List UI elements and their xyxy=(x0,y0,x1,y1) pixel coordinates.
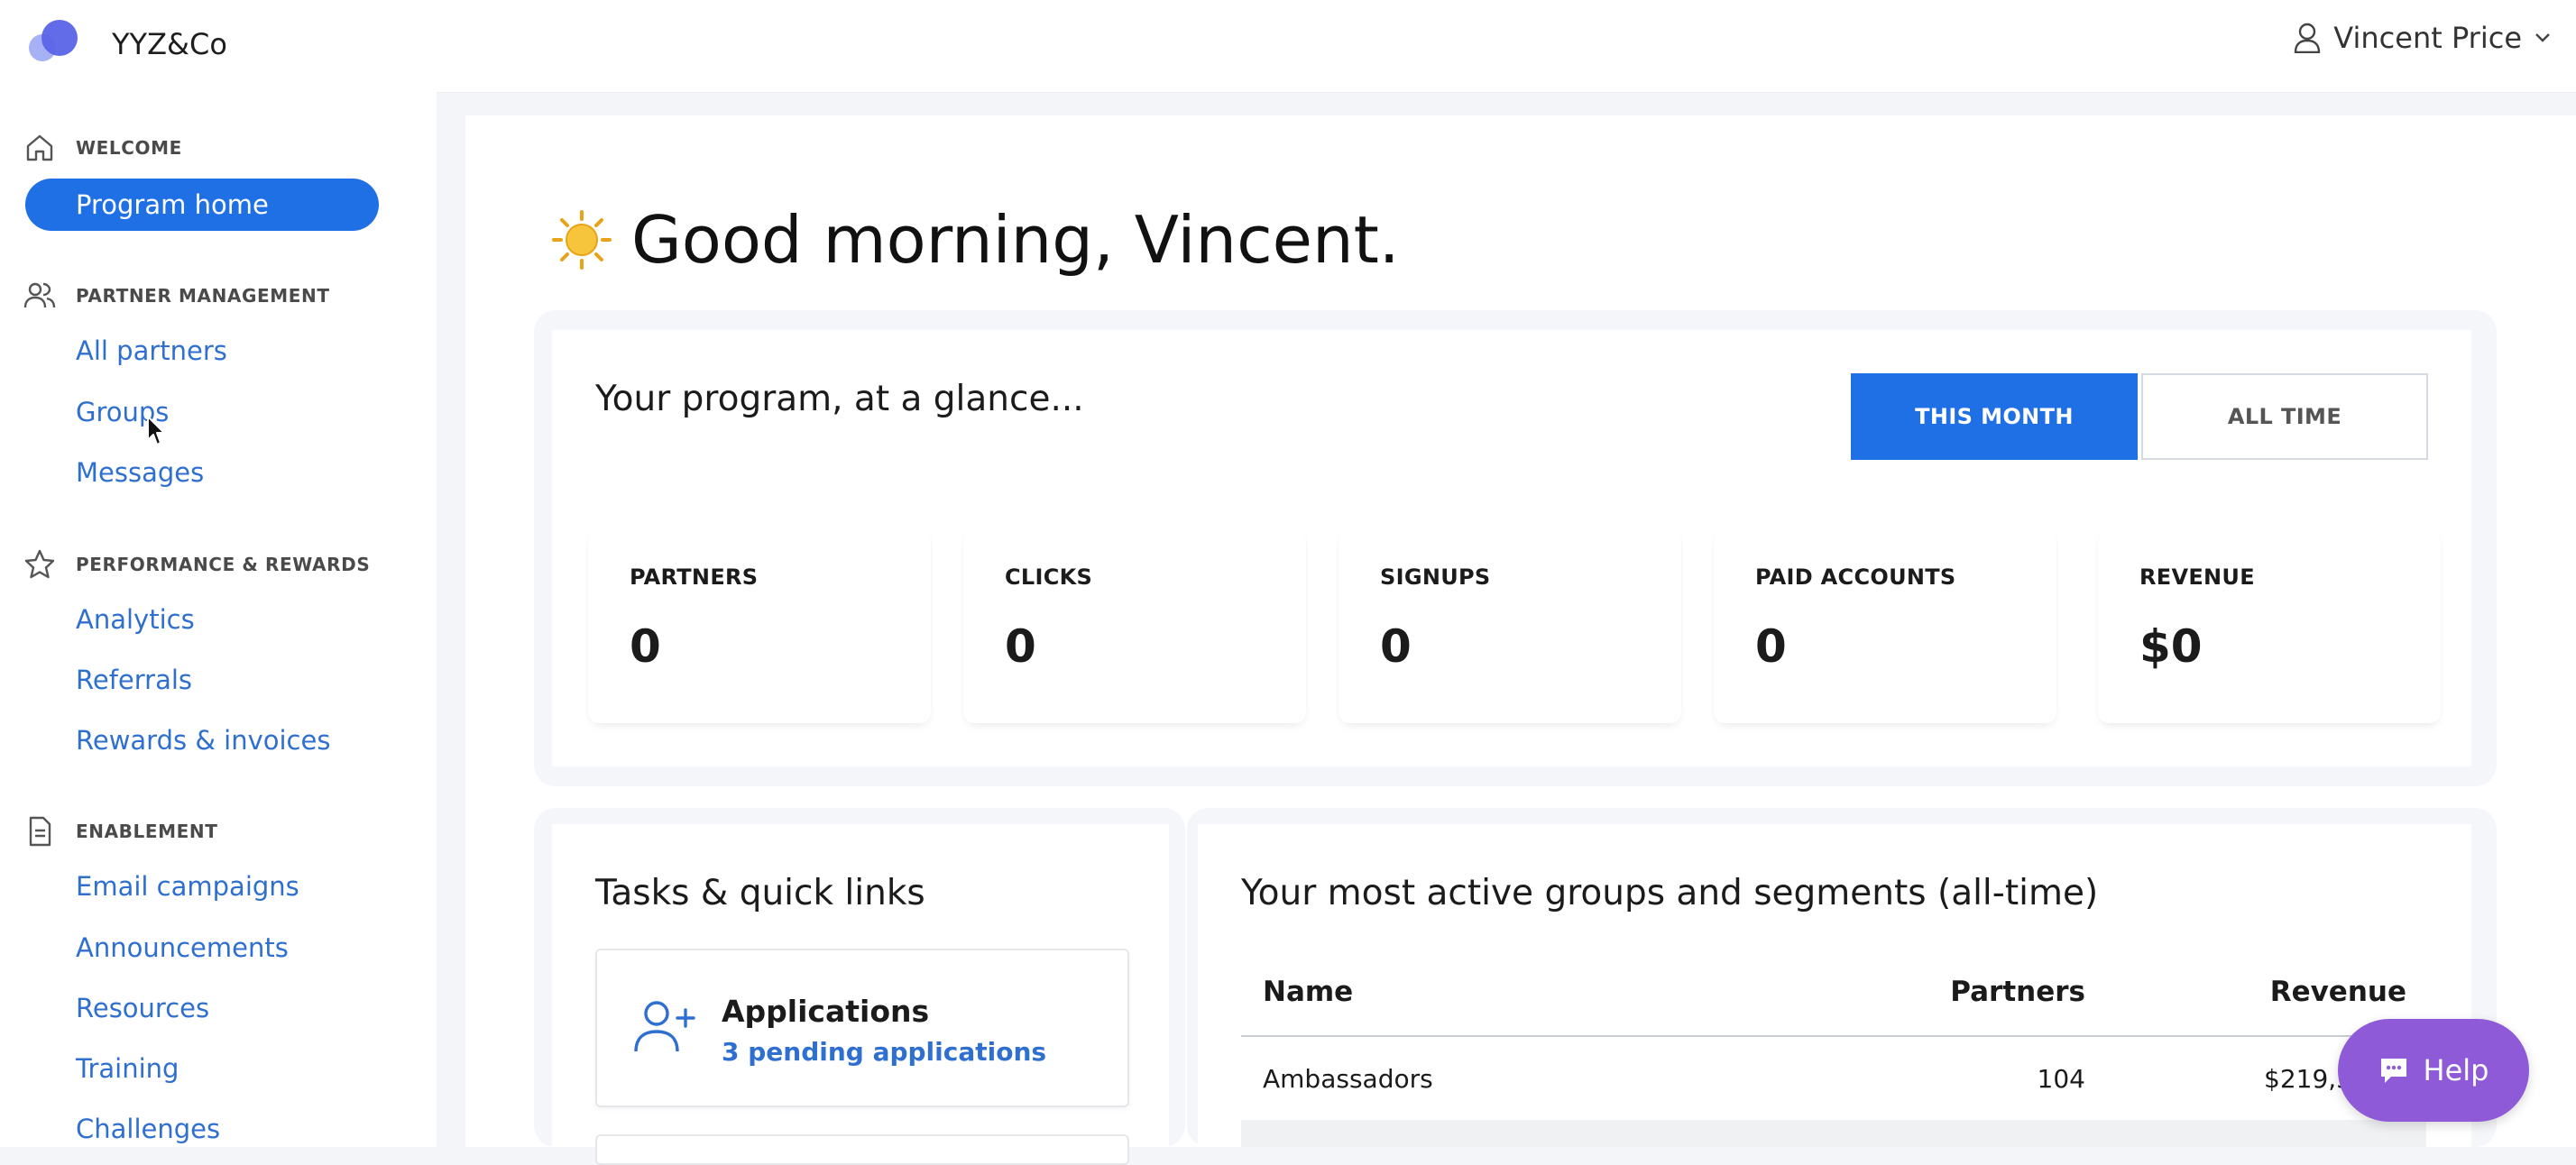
metric-label: PARTNERS xyxy=(630,564,759,590)
table-header-divider xyxy=(1241,1035,2426,1037)
section-label: WELCOME xyxy=(76,137,182,159)
sidebar-section-enablement: ENABLEMENT xyxy=(23,815,217,848)
user-menu[interactable]: Vincent Price xyxy=(2294,20,2551,56)
sidebar-item-resources[interactable]: Resources xyxy=(76,993,209,1023)
sidebar-item-email-campaigns[interactable]: Email campaigns xyxy=(76,871,299,902)
metric-card-clicks[interactable]: CLICKS 0 xyxy=(963,530,1306,723)
chevron-down-icon xyxy=(2535,33,2550,42)
greeting-text: Good morning, Vincent. xyxy=(631,202,1400,278)
brand-logo-icon[interactable] xyxy=(29,20,83,65)
sidebar-item-training[interactable]: Training xyxy=(76,1053,179,1084)
metric-label: SIGNUPS xyxy=(1380,564,1491,590)
sidebar-item-program-home[interactable]: Program home xyxy=(25,179,379,231)
section-label: PARTNER MANAGEMENT xyxy=(76,285,330,307)
metric-card-partners[interactable]: PARTNERS 0 xyxy=(588,530,931,723)
metric-label: REVENUE xyxy=(2139,564,2255,590)
pending-applications-link[interactable]: 3 pending applications xyxy=(722,1037,1046,1067)
next-task-card[interactable] xyxy=(595,1134,1129,1165)
groups-title: Your most active groups and segments (al… xyxy=(1241,873,2099,913)
toggle-this-month-button[interactable]: THIS MONTH xyxy=(1851,373,2138,460)
sidebar-item-referrals[interactable]: Referrals xyxy=(76,665,192,695)
table-cell-name[interactable]: Ambassadors xyxy=(1263,1064,1433,1094)
sidebar-item-messages[interactable]: Messages xyxy=(76,457,204,488)
metric-card-signups[interactable]: SIGNUPS 0 xyxy=(1339,530,1681,723)
applications-card[interactable]: Applications 3 pending applications xyxy=(595,949,1129,1107)
document-icon xyxy=(29,816,51,847)
star-icon xyxy=(24,549,55,579)
sidebar-section-partner-management: PARTNER MANAGEMENT xyxy=(23,280,330,312)
metric-value: 0 xyxy=(1755,620,1787,673)
user-icon xyxy=(2295,23,2321,53)
sidebar: WELCOME Program home PARTNER MANAGEMENT … xyxy=(0,92,437,1147)
add-user-icon xyxy=(634,1001,695,1052)
sidebar-item-rewards-invoices[interactable]: Rewards & invoices xyxy=(76,725,330,756)
metric-label: PAID ACCOUNTS xyxy=(1755,564,1956,590)
help-button[interactable]: Help xyxy=(2338,1019,2529,1122)
sidebar-item-announcements[interactable]: Announcements xyxy=(76,932,289,963)
greeting: Good morning, Vincent. xyxy=(552,202,1400,278)
table-cell-partners: 104 xyxy=(2037,1064,2085,1094)
section-label: ENABLEMENT xyxy=(76,821,218,842)
metric-value: 0 xyxy=(1005,620,1036,673)
glance-title: Your program, at a glance... xyxy=(595,379,1084,419)
sidebar-section-welcome: WELCOME xyxy=(23,132,182,164)
column-header-partners[interactable]: Partners xyxy=(1950,976,2085,1008)
column-header-revenue[interactable]: Revenue xyxy=(2270,976,2406,1008)
metric-value: 0 xyxy=(630,620,661,673)
metric-value: $0 xyxy=(2139,620,2203,673)
tasks-title: Tasks & quick links xyxy=(595,873,925,913)
metric-card-revenue[interactable]: REVENUE $0 xyxy=(2098,530,2441,723)
table-row[interactable] xyxy=(1241,1120,2426,1147)
applications-title: Applications xyxy=(722,994,930,1029)
metric-card-paid-accounts[interactable]: PAID ACCOUNTS 0 xyxy=(1714,530,2056,723)
brand-name[interactable]: YYZ&Co xyxy=(112,27,227,61)
top-bar: YYZ&Co Vincent Price xyxy=(0,0,2576,92)
sidebar-item-analytics[interactable]: Analytics xyxy=(76,604,195,635)
user-name: Vincent Price xyxy=(2333,21,2522,55)
sidebar-item-all-partners[interactable]: All partners xyxy=(76,335,227,366)
column-header-name[interactable]: Name xyxy=(1263,976,1353,1008)
help-label: Help xyxy=(2423,1053,2489,1087)
mouse-cursor-icon xyxy=(147,416,165,445)
sidebar-section-performance-rewards: PERFORMANCE & REWARDS xyxy=(23,548,370,581)
toggle-all-time-button[interactable]: ALL TIME xyxy=(2141,373,2428,460)
home-icon xyxy=(26,134,53,161)
users-icon xyxy=(23,282,56,308)
metric-label: CLICKS xyxy=(1005,564,1093,590)
chat-icon xyxy=(2380,1059,2406,1083)
section-label: PERFORMANCE & REWARDS xyxy=(76,554,371,575)
metric-value: 0 xyxy=(1380,620,1412,673)
sidebar-item-challenges[interactable]: Challenges xyxy=(76,1114,220,1144)
sun-icon xyxy=(552,210,612,270)
sidebar-item-label: Program home xyxy=(76,189,269,220)
